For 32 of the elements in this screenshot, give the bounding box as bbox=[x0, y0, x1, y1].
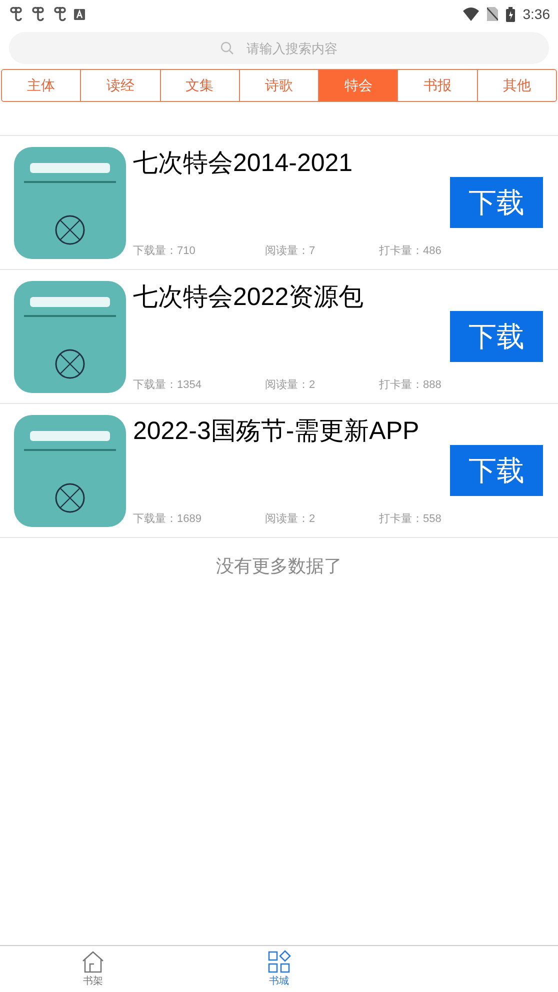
item-title: 七次特会2022资源包 bbox=[133, 282, 364, 313]
clock-time: 3:36 bbox=[522, 4, 550, 24]
read-count: 阅读量：2 bbox=[265, 512, 316, 526]
notification-icon bbox=[30, 6, 46, 22]
nav-tab[interactable]: 书城 bbox=[186, 946, 372, 992]
item-title: 七次特会2014-2021 bbox=[133, 148, 353, 179]
app-icon bbox=[74, 8, 85, 20]
search-icon bbox=[220, 41, 234, 55]
download-button[interactable]: 下载 bbox=[450, 445, 543, 496]
nav-tab[interactable]: 书架 bbox=[0, 946, 186, 992]
download-button[interactable]: 下载 bbox=[450, 177, 543, 228]
notification-icon bbox=[52, 6, 68, 22]
search-field[interactable]: 请输入搜索内容 bbox=[9, 32, 549, 64]
download-count: 下载量：710 bbox=[133, 244, 196, 258]
download-count: 下载量：1354 bbox=[133, 378, 202, 392]
notification-icon bbox=[8, 6, 24, 22]
download-count: 下载量：1689 bbox=[133, 512, 202, 526]
category-tab[interactable]: 其他 bbox=[476, 70, 556, 101]
checkin-count: 打卡量：888 bbox=[379, 378, 442, 392]
checkin-count: 打卡量：486 bbox=[379, 244, 442, 258]
item-title: 2022-3国殇节-需更新APP bbox=[133, 416, 420, 447]
checkin-count: 打卡量：558 bbox=[379, 512, 442, 526]
read-count: 阅读量：2 bbox=[265, 378, 316, 392]
battery-icon bbox=[506, 6, 515, 22]
read-count: 阅读量：7 bbox=[265, 244, 316, 258]
wifi-icon bbox=[462, 7, 479, 21]
grid-icon bbox=[267, 950, 291, 974]
end-of-list-text: 没有更多数据了 bbox=[216, 555, 342, 578]
no-sim-icon bbox=[486, 7, 498, 21]
home-icon bbox=[81, 950, 105, 974]
download-button[interactable]: 下载 bbox=[450, 311, 543, 362]
category-tab[interactable]: 特会 bbox=[318, 70, 398, 101]
